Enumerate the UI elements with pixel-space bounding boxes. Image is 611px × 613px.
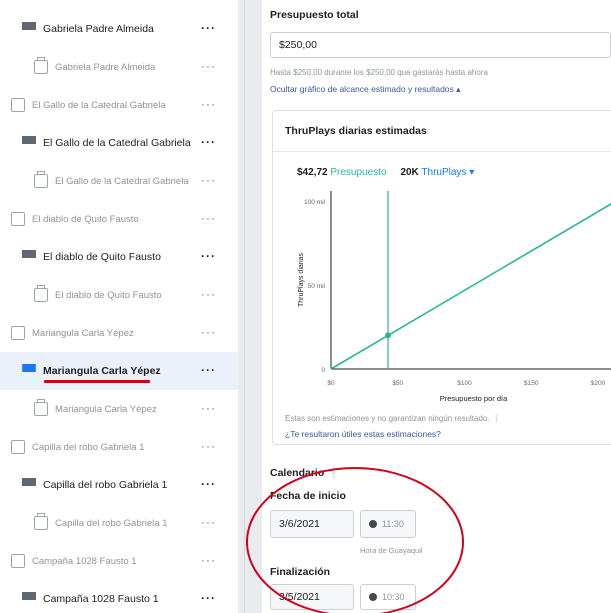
more-options-icon[interactable]: ··· bbox=[201, 401, 216, 415]
campaign-icon bbox=[11, 98, 25, 112]
tree-item-label: El Gallo de la Catedral Gabriela bbox=[55, 175, 189, 187]
more-options-icon[interactable]: ··· bbox=[201, 59, 216, 73]
tree-adset-row[interactable]: Mariangula Carla Yépez ··· bbox=[0, 352, 238, 390]
x-tick-label: $150 bbox=[524, 380, 539, 387]
tree-adset-row[interactable]: Gabriela Padre Almeida ··· bbox=[0, 10, 238, 48]
adset-grid-icon bbox=[22, 592, 36, 606]
tree-item-label: Mariangula Carla Yépez bbox=[32, 327, 134, 339]
y-tick-label: 50 mil bbox=[308, 283, 326, 290]
estimate-note: Estas son estimaciones y no garantizan n… bbox=[285, 414, 502, 423]
adset-grid-icon bbox=[22, 478, 36, 492]
tree-ad-row[interactable]: Capilla del robo Gabriela 1 ··· bbox=[0, 504, 238, 542]
estimate-series-line bbox=[330, 203, 611, 370]
campaign-tree: Gabriela Padre Almeida ··· Gabriela Padre … bbox=[0, 0, 238, 613]
ad-icon bbox=[34, 57, 48, 74]
tree-item-label: Campaña 1028 Fausto 1 bbox=[43, 593, 159, 605]
ad-icon bbox=[34, 399, 48, 416]
tree-campaign-row[interactable]: Mariangula Carla Yépez ··· bbox=[0, 314, 238, 352]
tree-item-label: El diablo de Quito Fausto bbox=[43, 251, 161, 263]
x-tick-label: $200 bbox=[591, 380, 606, 387]
tree-item-label: Capilla del robo Gabriela 1 bbox=[55, 517, 168, 529]
more-options-icon[interactable]: ··· bbox=[201, 21, 216, 35]
campaign-icon bbox=[11, 554, 25, 568]
tree-item-label: El Gallo de la Catedral Gabriela bbox=[32, 99, 166, 111]
tree-item-label: Gabriela Padre Almeida bbox=[55, 61, 156, 73]
tree-ad-row[interactable]: El Gallo de la Catedral Gabriela ··· bbox=[0, 162, 238, 200]
tree-item-label: El diablo de Quito Fausto bbox=[55, 289, 162, 301]
more-options-icon[interactable]: ··· bbox=[201, 477, 216, 491]
info-icon[interactable]: ❕ bbox=[492, 414, 502, 423]
adset-grid-icon bbox=[22, 364, 36, 378]
tree-item-label: Capilla del robo Gabriela 1 bbox=[43, 479, 168, 491]
tree-campaign-row[interactable]: Capilla del robo Gabriela 1 ··· bbox=[0, 428, 238, 466]
more-options-icon[interactable]: ··· bbox=[201, 439, 216, 453]
ad-icon bbox=[34, 513, 48, 530]
x-tick-label: $0 bbox=[327, 380, 335, 387]
legend-results-value: 20K bbox=[400, 167, 419, 178]
campaign-icon bbox=[11, 212, 25, 226]
chart-legend: $42,72 Presupuesto 20K ThruPlays ▾ bbox=[297, 167, 474, 178]
hide-estimate-chart-link[interactable]: Ocultar gráfico de alcance estimado y re… bbox=[270, 84, 460, 95]
campaign-icon bbox=[11, 326, 25, 340]
tree-item-label: Gabriela Padre Almeida bbox=[43, 23, 154, 35]
more-options-icon[interactable]: ··· bbox=[201, 135, 216, 149]
more-options-icon[interactable]: ··· bbox=[201, 287, 216, 301]
y-axis-label: ThruPlays diarias bbox=[298, 252, 305, 307]
more-options-icon[interactable]: ··· bbox=[201, 515, 216, 529]
more-options-icon[interactable]: ··· bbox=[201, 325, 216, 339]
tree-item-label: El Gallo de la Catedral Gabriela bbox=[43, 137, 191, 149]
tree-adset-row[interactable]: El Gallo de la Catedral Gabriela ··· bbox=[0, 124, 238, 162]
chart-card-title: ThruPlays diarias estimadas bbox=[285, 125, 427, 137]
tree-ad-row[interactable]: Gabriela Padre Almeida ··· bbox=[0, 48, 238, 86]
y-tick-label: 0 bbox=[321, 367, 325, 374]
tree-ad-row[interactable]: El diablo de Quito Fausto ··· bbox=[0, 276, 238, 314]
tree-item-label: Mariangula Carla Yépez bbox=[43, 365, 161, 377]
x-tick-label: $50 bbox=[392, 380, 403, 387]
annotation-circle bbox=[246, 467, 464, 613]
estimate-chart: 0 50 mil 100 mil $0 $50 $100 $150 $200 ThruPlays… bbox=[298, 191, 611, 403]
tree-adset-row[interactable]: El diablo de Quito Fausto ··· bbox=[0, 238, 238, 276]
tree-item-label: Campaña 1028 Fausto 1 bbox=[32, 555, 137, 567]
budget-input[interactable]: $250,00 bbox=[270, 32, 611, 58]
budget-help-text: Hasta $250,00 durante los $250,00 que ga… bbox=[270, 68, 488, 77]
tree-item-label: El diablo de Quito Fausto bbox=[32, 213, 139, 225]
estimate-feedback-link[interactable]: ¿Te resultaron útiles estas estimaciones… bbox=[285, 429, 441, 439]
budget-label: Presupuesto total bbox=[270, 9, 359, 21]
tree-campaign-row[interactable]: El Gallo de la Catedral Gabriela ··· bbox=[0, 86, 238, 124]
legend-budget-label: Presupuesto bbox=[330, 167, 387, 178]
annotation-underline bbox=[44, 380, 150, 383]
tree-item-label: Mariangula Carla Yépez bbox=[55, 403, 157, 415]
tree-adset-row[interactable]: Campaña 1028 Fausto 1 ··· bbox=[0, 580, 238, 613]
more-options-icon[interactable]: ··· bbox=[201, 211, 216, 225]
x-axis-label: Presupuesto por día bbox=[440, 394, 508, 403]
card-divider bbox=[273, 151, 611, 152]
tree-ad-row[interactable]: Mariangula Carla Yépez ··· bbox=[0, 390, 238, 428]
tree-item-label: Capilla del robo Gabriela 1 bbox=[32, 441, 145, 453]
ad-icon bbox=[34, 285, 48, 302]
tree-campaign-row[interactable]: Campaña 1028 Fausto 1 ··· bbox=[0, 542, 238, 580]
adset-grid-icon bbox=[22, 250, 36, 264]
results-metric-dropdown[interactable]: ThruPlays ▾ bbox=[421, 167, 474, 178]
more-options-icon[interactable]: ··· bbox=[201, 173, 216, 187]
more-options-icon[interactable]: ··· bbox=[201, 553, 216, 567]
legend-budget-value: $42,72 bbox=[297, 167, 328, 178]
ad-icon bbox=[34, 171, 48, 188]
adset-grid-icon bbox=[22, 136, 36, 150]
more-options-icon[interactable]: ··· bbox=[201, 249, 216, 263]
campaign-icon bbox=[11, 440, 25, 454]
x-tick-label: $100 bbox=[457, 380, 472, 387]
estimate-chart-card: ThruPlays diarias estimadas $42,72 Presu… bbox=[272, 110, 611, 445]
more-options-icon[interactable]: ··· bbox=[201, 363, 216, 377]
more-options-icon[interactable]: ··· bbox=[201, 97, 216, 111]
more-options-icon[interactable]: ··· bbox=[201, 591, 216, 605]
tree-adset-row[interactable]: Capilla del robo Gabriela 1 ··· bbox=[0, 466, 238, 504]
y-tick-label: 100 mil bbox=[304, 199, 326, 206]
tree-campaign-row[interactable]: El diablo de Quito Fausto ··· bbox=[0, 200, 238, 238]
budget-marker-point bbox=[385, 332, 392, 339]
adset-grid-icon bbox=[22, 22, 36, 36]
